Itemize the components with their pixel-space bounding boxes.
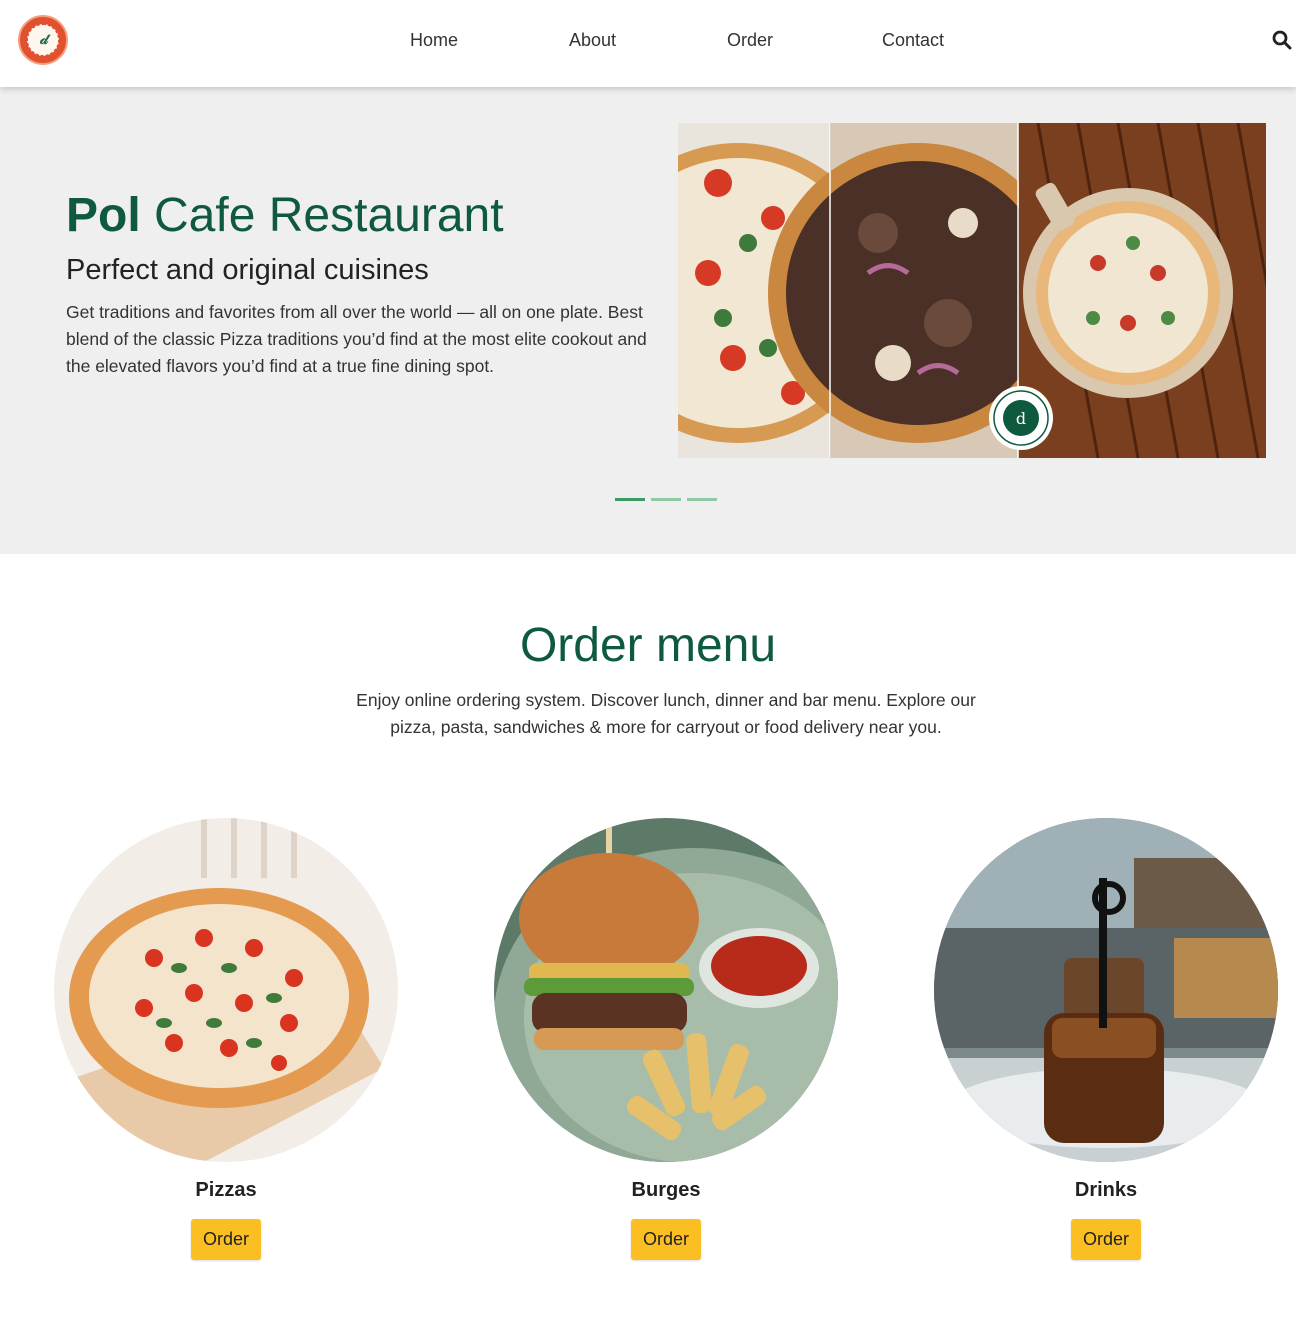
hero-description: Get traditions and favorites from all ov… <box>66 302 647 376</box>
slider-dot-2[interactable] <box>651 498 681 501</box>
order-drinks-button[interactable]: Order <box>1071 1219 1141 1260</box>
nav-order-link[interactable]: Order <box>727 30 773 51</box>
nav-contact-link[interactable]: Contact <box>882 30 944 51</box>
drink-image <box>934 818 1278 1162</box>
nav-home-link[interactable]: Home <box>410 30 458 51</box>
menu-card-drinks: Drinks Order <box>934 818 1278 1268</box>
hero-title: Pol Cafe Restaurant <box>66 188 504 243</box>
order-menu-description: Enjoy online ordering system. Discover l… <box>356 690 976 737</box>
order-burges-button[interactable]: Order <box>631 1219 701 1260</box>
order-menu-title: Order menu <box>519 619 777 672</box>
logo-glyph: 𝒹 <box>40 30 48 48</box>
menu-item-name: Pizzas <box>195 1179 257 1201</box>
menu-card-burges: Burges Order <box>494 818 838 1268</box>
menu-item-name: Drinks <box>1074 1179 1138 1201</box>
menu-card-pizzas: Pizzas Order <box>54 818 398 1268</box>
pizza-image <box>54 818 398 1162</box>
hero-section: Pol Cafe Restaurant Perfect and original… <box>0 87 1296 554</box>
search-icon[interactable] <box>1272 30 1292 50</box>
nav-about-link[interactable]: About <box>569 30 616 51</box>
slider-dot-1[interactable] <box>615 498 645 501</box>
hero-title-bold: Pol <box>66 189 141 242</box>
site-header: 𝒹 Home About Order Contact <box>0 0 1296 87</box>
logo-emblem: 𝒹 <box>27 24 59 56</box>
slider-dot-3[interactable] <box>687 498 717 501</box>
menu-item-name: Burges <box>631 1179 701 1201</box>
burger-image <box>494 818 838 1162</box>
hero-pizza-collage-image: d <box>678 123 1266 458</box>
hero-subtitle: Perfect and original cuisines <box>66 254 429 286</box>
pol-cafe-logo[interactable]: 𝒹 <box>18 15 68 65</box>
hero-title-light: Cafe Restaurant <box>154 189 504 242</box>
order-pizzas-button[interactable]: Order <box>191 1219 261 1260</box>
svg-text:d: d <box>1016 409 1026 428</box>
